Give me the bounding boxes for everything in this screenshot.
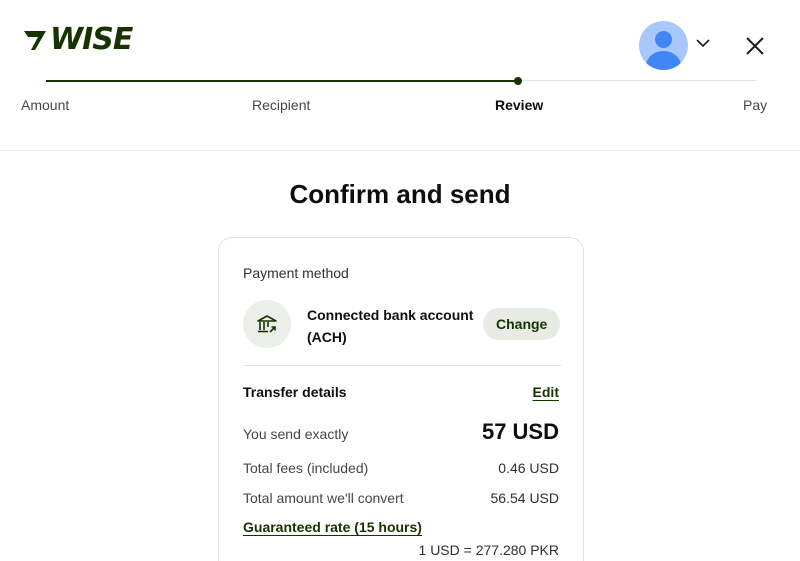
chevron-down-icon[interactable] xyxy=(696,38,710,48)
step-review: Review xyxy=(495,97,544,113)
card-divider xyxy=(243,365,561,366)
step-recipient[interactable]: Recipient xyxy=(252,96,310,114)
send-amount-label: You send exactly xyxy=(243,426,349,442)
user-avatar-icon[interactable] xyxy=(639,21,688,70)
wise-logo[interactable]: WISE xyxy=(22,22,133,58)
payment-method-line1: Connected bank account xyxy=(307,307,474,323)
send-amount-value: 57 USD xyxy=(481,419,559,444)
stepper-progress xyxy=(46,80,518,82)
fees-label: Total fees (included) xyxy=(243,460,369,476)
edit-transfer-link[interactable]: Edit xyxy=(533,384,559,400)
stepper-current-marker xyxy=(514,77,522,85)
fees-value: 0.46 USD xyxy=(498,460,559,476)
wise-flag-icon xyxy=(24,31,46,50)
change-payment-button[interactable]: Change xyxy=(483,308,561,340)
payment-method-line2: (ACH) xyxy=(307,329,347,345)
logo-text: WISE xyxy=(50,22,133,57)
step-pay: Pay xyxy=(743,97,768,113)
header-divider xyxy=(0,150,800,151)
wise-transfer-review-page: WISE Amount Recipient Review Pay Confirm… xyxy=(0,0,800,561)
transfer-details-label: Transfer details xyxy=(243,384,347,400)
convert-amount-value: 56.54 USD xyxy=(490,490,559,506)
convert-amount-label: Total amount we'll convert xyxy=(243,490,404,506)
payment-method-name: Connected bank account (ACH) xyxy=(307,304,487,348)
close-icon[interactable] xyxy=(745,36,765,56)
guaranteed-rate-link[interactable]: Guaranteed rate (15 hours) xyxy=(243,519,422,535)
page-title: Confirm and send xyxy=(289,179,511,209)
review-card: Payment method Connected bank account (A… xyxy=(218,237,584,561)
exchange-rate-value: 1 USD = 277.280 PKR xyxy=(418,542,559,558)
step-amount[interactable]: Amount xyxy=(21,96,69,114)
bank-icon xyxy=(243,300,291,348)
payment-method-label: Payment method xyxy=(243,265,349,281)
